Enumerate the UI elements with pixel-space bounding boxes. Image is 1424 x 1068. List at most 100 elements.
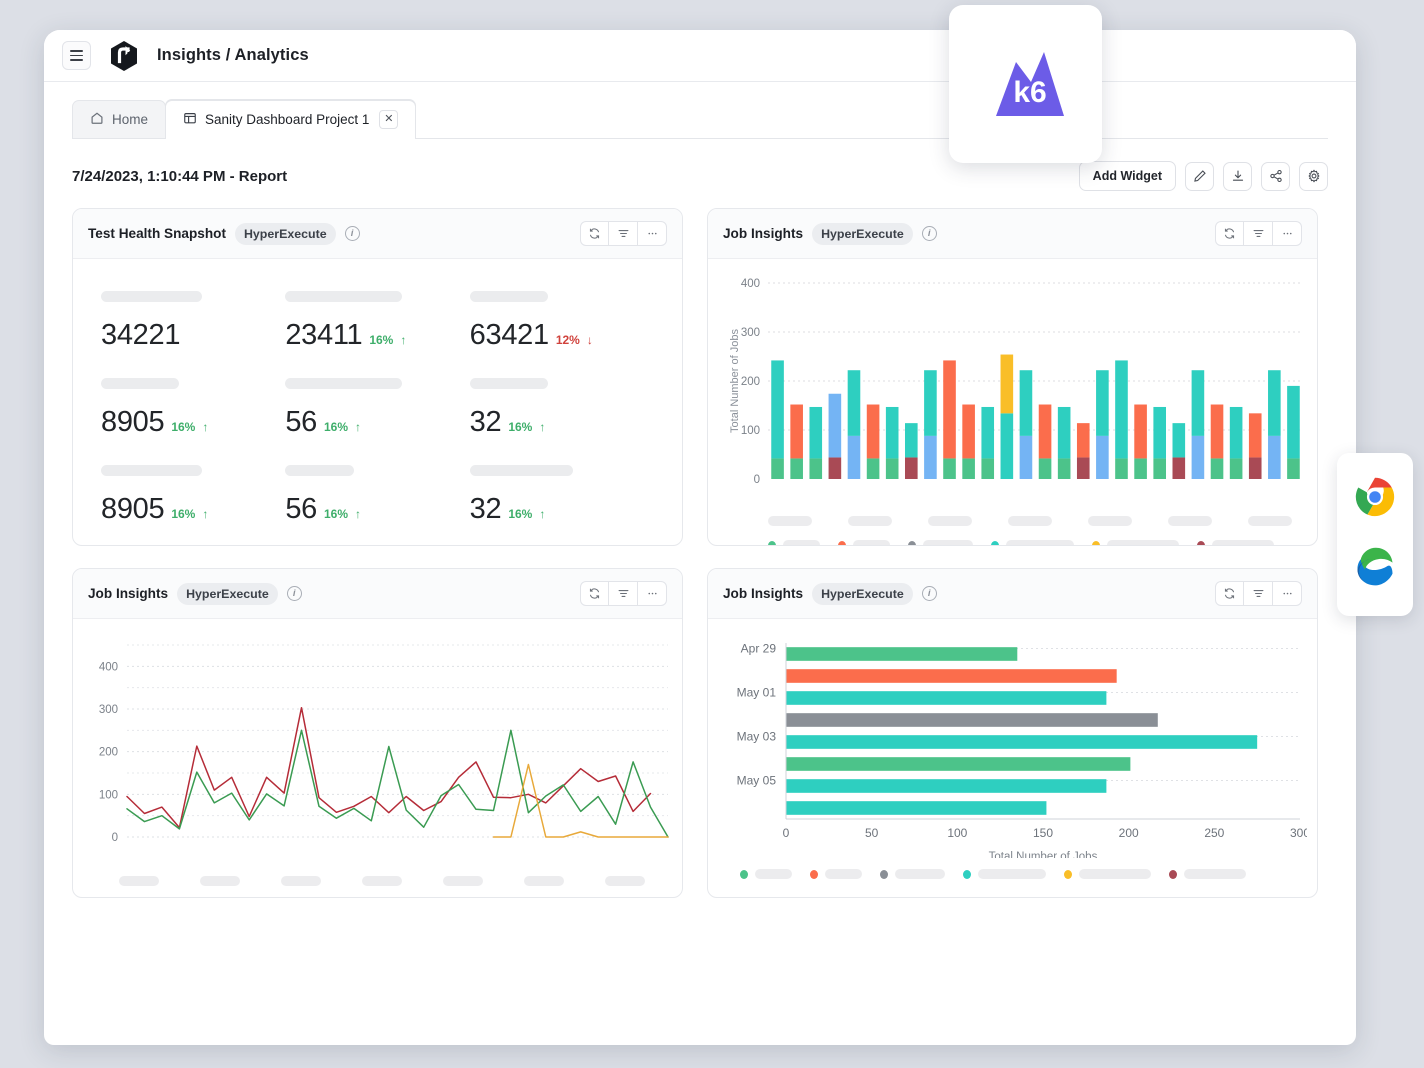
legend-label-skeleton <box>1107 540 1179 546</box>
svg-text:May 01: May 01 <box>737 686 777 700</box>
card-tools <box>1215 221 1302 246</box>
info-icon[interactable]: i <box>345 226 360 241</box>
legend-item[interactable] <box>810 869 862 879</box>
info-icon[interactable]: i <box>287 586 302 601</box>
stat-value: 23411 <box>285 319 362 352</box>
stat-delta: 16% <box>324 507 348 521</box>
stat-delta: 16% <box>324 420 348 434</box>
k6-logo-card: k6 <box>949 5 1102 163</box>
gear-icon[interactable] <box>1299 162 1328 191</box>
x-axis-label-skeleton <box>768 516 812 526</box>
legend-item[interactable] <box>740 869 792 879</box>
stat-value: 34221 <box>101 319 180 352</box>
card-tools <box>580 221 667 246</box>
edge-icon[interactable] <box>1354 546 1396 593</box>
stat-delta: 16% <box>508 420 532 434</box>
legend-color-dot <box>740 870 748 879</box>
legend-item[interactable] <box>1169 869 1246 879</box>
refresh-icon[interactable] <box>580 581 609 606</box>
legend-item[interactable] <box>1064 869 1151 879</box>
refresh-icon[interactable] <box>1215 581 1244 606</box>
download-icon[interactable] <box>1223 162 1252 191</box>
tabstrip: Home Sanity Dashboard Project 1 ✕ <box>72 101 1328 139</box>
arrow-up-icon: ↑ <box>539 420 545 434</box>
filter-icon[interactable] <box>1244 581 1273 606</box>
legend-item[interactable] <box>838 540 890 546</box>
label-skeleton <box>470 291 548 302</box>
info-icon[interactable]: i <box>922 586 937 601</box>
card-job-insights-horizontal-bar: Job Insights HyperExecute i <box>707 568 1318 898</box>
stat-value: 32 <box>470 493 502 526</box>
svg-text:250: 250 <box>1204 826 1224 840</box>
browser-icons-card <box>1337 453 1413 616</box>
chrome-icon[interactable] <box>1354 476 1396 523</box>
refresh-icon[interactable] <box>1215 221 1244 246</box>
filter-icon[interactable] <box>1244 221 1273 246</box>
svg-text:Total Number of Jobs: Total Number of Jobs <box>989 851 1098 858</box>
legend-item[interactable] <box>1197 540 1274 546</box>
line-chart: 0100200300400 <box>73 619 682 897</box>
tab-sanity-dashboard-project-1[interactable]: Sanity Dashboard Project 1 ✕ <box>165 100 416 138</box>
svg-text:150: 150 <box>1033 826 1053 840</box>
share-icon[interactable] <box>1261 162 1290 191</box>
tab-home[interactable]: Home <box>72 100 166 138</box>
legend-item[interactable] <box>880 869 945 879</box>
add-widget-button[interactable]: Add Widget <box>1079 161 1176 191</box>
ellipsis-icon[interactable] <box>638 221 667 246</box>
label-skeleton <box>101 378 179 389</box>
close-icon[interactable]: ✕ <box>379 110 398 129</box>
legend-item[interactable] <box>963 869 1046 879</box>
ellipsis-icon[interactable] <box>1273 581 1302 606</box>
stat-delta: 12% <box>556 333 580 347</box>
hamburger-icon[interactable] <box>62 41 91 70</box>
report-header: 7/24/2023, 1:10:44 PM - Report Add Widge… <box>44 139 1356 191</box>
x-axis-label-skeleton <box>119 876 159 886</box>
info-icon[interactable]: i <box>922 226 937 241</box>
refresh-icon[interactable] <box>580 221 609 246</box>
stat-cell: 56 16% ↑ <box>285 453 469 526</box>
stat-cell: 8905 16% ↑ <box>101 366 285 439</box>
arrow-up-icon: ↑ <box>539 507 545 521</box>
legend-item[interactable] <box>768 540 820 546</box>
lambdatest-logo <box>107 39 141 73</box>
card-header: Job Insights HyperExecute i <box>708 569 1317 619</box>
legend-label-skeleton <box>755 869 792 879</box>
stat-value: 63421 <box>470 319 549 352</box>
pencil-icon[interactable] <box>1185 162 1214 191</box>
filter-icon[interactable] <box>609 221 638 246</box>
filter-icon[interactable] <box>609 581 638 606</box>
stat-cell: 32 16% ↑ <box>470 366 654 439</box>
stat-value: 56 <box>285 406 317 439</box>
label-skeleton <box>101 291 202 302</box>
horizontal-bar-chart: Apr 29May 01May 03May 050501001502002503… <box>708 619 1317 897</box>
horizontal-bar-canvas: Apr 29May 01May 03May 050501001502002503… <box>720 633 1307 858</box>
legend-color-dot <box>1092 541 1100 547</box>
legend-label-skeleton <box>853 540 890 546</box>
label-skeleton <box>285 291 402 302</box>
label-skeleton <box>101 465 202 476</box>
x-axis-label-skeleton <box>362 876 402 886</box>
svg-text:100: 100 <box>99 789 118 801</box>
x-axis-label-skeleton <box>1168 516 1212 526</box>
tabstrip-container: Home Sanity Dashboard Project 1 ✕ <box>44 82 1356 139</box>
x-axis-skeleton-labels <box>85 870 670 886</box>
stat-cell: 32 16% ↑ <box>470 453 654 526</box>
legend-color-dot <box>810 870 818 879</box>
legend-item[interactable] <box>908 540 973 546</box>
svg-text:0: 0 <box>112 832 118 844</box>
legend-color-dot <box>963 870 971 879</box>
card-tools <box>1215 581 1302 606</box>
legend-label-skeleton <box>923 540 973 546</box>
ellipsis-icon[interactable] <box>1273 221 1302 246</box>
label-skeleton <box>470 378 548 389</box>
legend-label-skeleton <box>1212 540 1274 546</box>
svg-text:300: 300 <box>1290 826 1307 840</box>
status-badge: HyperExecute <box>177 583 278 605</box>
stat-cell: 63421 12% ↓ <box>470 279 654 352</box>
legend-item[interactable] <box>991 540 1074 546</box>
stat-cell: 56 16% ↑ <box>285 366 469 439</box>
stat-cell: 23411 16% ↑ <box>285 279 469 352</box>
ellipsis-icon[interactable] <box>638 581 667 606</box>
card-header: Test Health Snapshot HyperExecute i <box>73 209 682 259</box>
legend-item[interactable] <box>1092 540 1179 546</box>
